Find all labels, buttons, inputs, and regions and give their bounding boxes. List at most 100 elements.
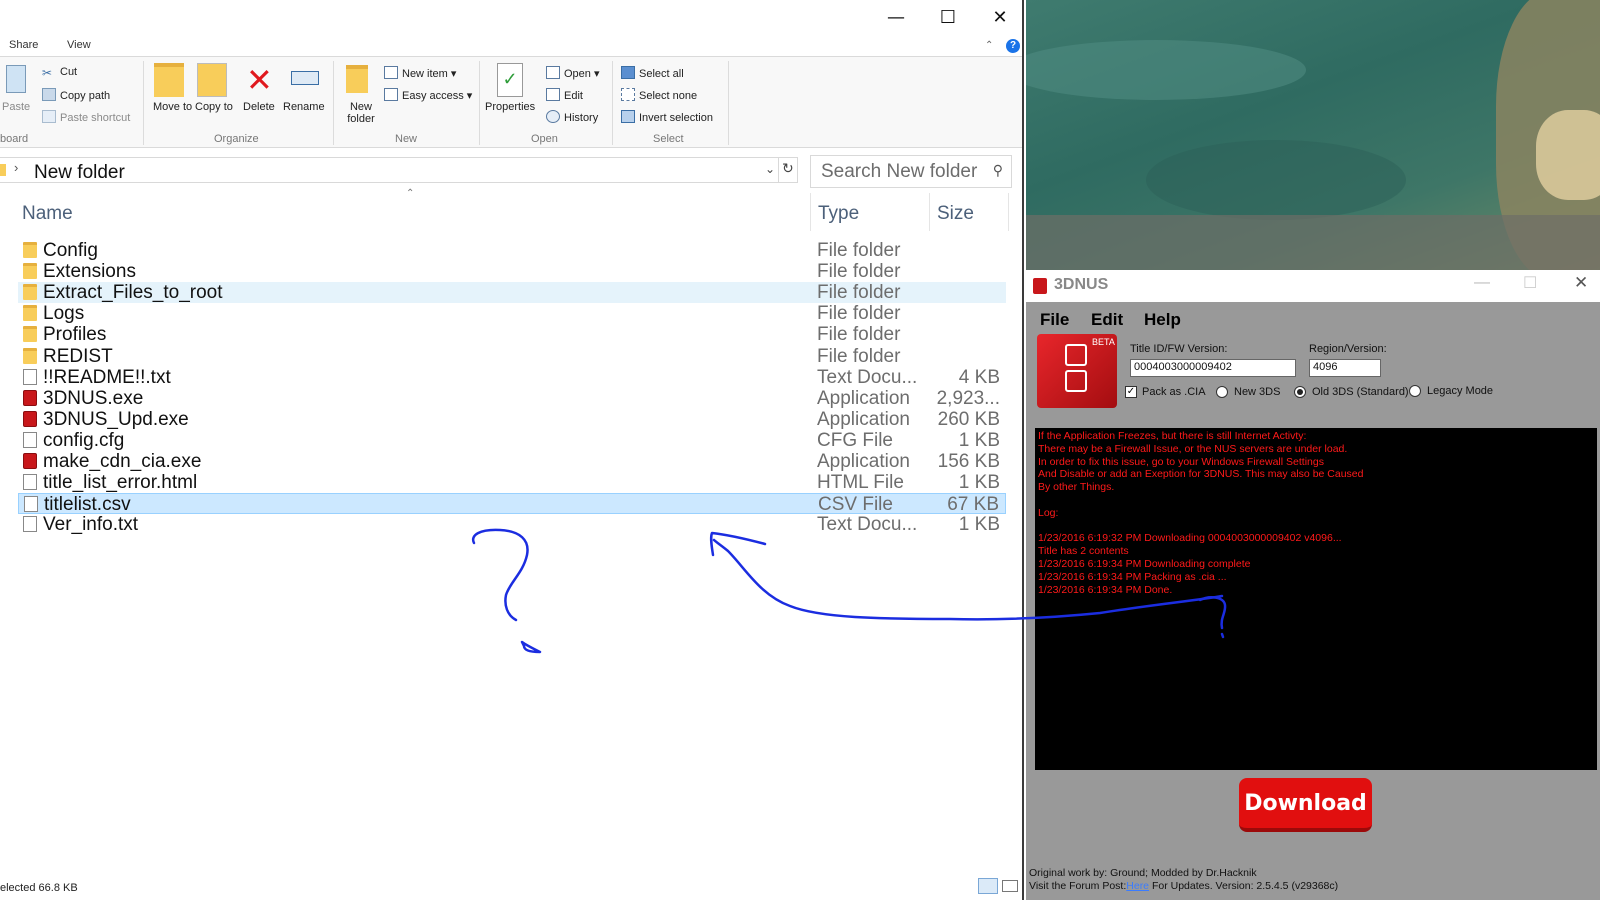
file-type: Application [817, 387, 910, 409]
legacy-mode-radio[interactable] [1409, 385, 1421, 397]
old-3ds-radio[interactable] [1294, 386, 1306, 398]
invert-selection-button[interactable]: Invert selection [621, 110, 713, 124]
file-row[interactable]: Ver_info.txt Text Docu... 1 KB [18, 514, 1006, 535]
column-divider[interactable] [929, 193, 930, 231]
file-row[interactable]: titlelist.csv CSV File 67 KB [18, 493, 1006, 515]
file-name: Config [43, 240, 98, 261]
properties-button[interactable]: Properties [485, 101, 535, 113]
maximize-button[interactable]: ☐ [922, 0, 974, 34]
maximize-button[interactable]: ☐ [1523, 273, 1537, 293]
invert-selection-label: Invert selection [639, 112, 713, 124]
search-input[interactable]: Search New folder ⚲ [810, 155, 1012, 188]
chevron-down-icon[interactable]: ⌄ [765, 162, 775, 176]
minimize-button[interactable]: — [870, 0, 922, 34]
open-button[interactable]: Open ▾ [546, 66, 600, 80]
desktop-wallpaper [1026, 0, 1600, 270]
file-name: Profiles [43, 324, 107, 346]
cut-button[interactable]: ✂ Cut [42, 66, 77, 80]
edit-icon [546, 88, 560, 101]
details-view-icon[interactable] [978, 878, 998, 894]
file-row[interactable]: make_cdn_cia.exe Application 156 KB [18, 451, 1006, 472]
text-file-icon [23, 516, 37, 533]
new-item-button[interactable]: New item ▾ [384, 66, 456, 80]
sort-indicator-icon: ⌃ [406, 188, 415, 199]
new-item-label: New item [402, 68, 448, 80]
help-icon[interactable]: ? [1006, 39, 1020, 53]
copy-path-button[interactable]: Copy path [42, 88, 110, 102]
copy-to-button[interactable]: Copy to [195, 101, 233, 113]
paste-button[interactable]: Paste [2, 101, 30, 113]
file-explorer-window: — ☐ ✕ Share View ⌃ ? Paste ✂ Cut Copy pat… [0, 0, 1024, 900]
properties-icon: ✓ [497, 63, 523, 97]
cfg-file-icon [23, 431, 37, 448]
file-type: CFG File [817, 429, 893, 451]
menu-file[interactable]: File [1040, 310, 1069, 330]
3dnus-app-icon [1033, 278, 1047, 294]
file-name: Logs [43, 303, 85, 325]
refresh-icon[interactable]: ↻ [782, 160, 794, 177]
easy-access-button[interactable]: Easy access ▾ [384, 88, 472, 102]
file-type: File folder [817, 240, 901, 261]
rename-icon [291, 71, 319, 85]
file-name: Extensions [43, 261, 136, 283]
column-header-size[interactable]: Size [937, 203, 974, 225]
minimize-button[interactable]: — [1474, 274, 1490, 292]
new-folder-icon [346, 65, 368, 93]
pack-cia-checkbox[interactable]: ✓ [1125, 386, 1137, 398]
folder-row[interactable]: Extract_Files_to_root File folder [18, 282, 1006, 304]
select-none-button[interactable]: Select none [621, 88, 697, 102]
history-button[interactable]: History [546, 110, 598, 124]
tab-share[interactable]: Share [9, 39, 38, 51]
close-button[interactable]: ✕ [1574, 273, 1588, 293]
move-to-button[interactable]: Move to [153, 101, 192, 113]
forum-link[interactable]: Here [1126, 880, 1149, 892]
download-button[interactable]: Download [1239, 778, 1372, 832]
collapse-ribbon-icon[interactable]: ⌃ [985, 40, 993, 51]
file-row[interactable]: 3DNUS_Upd.exe Application 260 KB [18, 409, 1006, 430]
select-none-icon [621, 88, 635, 101]
menu-help[interactable]: Help [1144, 310, 1181, 330]
tab-view[interactable]: View [67, 39, 91, 51]
file-row[interactable]: config.cfg CFG File 1 KB [18, 430, 1006, 451]
region-version-field[interactable]: 4096 [1309, 359, 1381, 377]
html-file-icon [23, 474, 37, 491]
column-divider[interactable] [1008, 193, 1009, 231]
address-bar[interactable]: › New folder ⌄ ↻ [0, 157, 798, 183]
folder-row[interactable]: Profiles File folder [18, 324, 1006, 345]
title-id-field[interactable]: 0004003000009402 [1130, 359, 1296, 377]
menu-edit[interactable]: Edit [1091, 310, 1123, 330]
version-text: For Updates. Version: 2.5.4.5 (v29368c) [1149, 880, 1339, 892]
group-open: Open [531, 133, 558, 145]
large-icons-view-icon[interactable] [1002, 880, 1018, 892]
file-row[interactable]: title_list_error.html HTML File 1 KB [18, 472, 1006, 493]
new-3ds-label: New 3DS [1234, 386, 1281, 398]
folder-row[interactable]: Config File folder [18, 240, 1006, 261]
file-name: 3DNUS.exe [43, 387, 144, 409]
folder-row[interactable]: Extensions File folder [18, 261, 1006, 282]
close-button[interactable]: ✕ [974, 0, 1026, 34]
file-size: 1 KB [958, 472, 1000, 494]
delete-button[interactable]: Delete [243, 101, 275, 113]
folder-row[interactable]: Logs File folder [18, 303, 1006, 324]
folder-icon [23, 242, 37, 258]
new-folder-button[interactable]: New folder [345, 101, 377, 125]
paste-shortcut-button[interactable]: Paste shortcut [42, 110, 130, 124]
select-all-button[interactable]: Select all [621, 66, 684, 80]
column-divider[interactable] [810, 193, 811, 231]
column-header-type[interactable]: Type [818, 203, 859, 225]
log-line: 1/23/2016 6:19:32 PM Downloading 0004003… [1038, 532, 1342, 545]
new-3ds-radio[interactable] [1216, 386, 1228, 398]
breadcrumb[interactable]: New folder [34, 163, 125, 183]
search-placeholder: Search New folder [821, 161, 978, 182]
file-row[interactable]: !!README!!.txt Text Docu... 4 KB [18, 367, 1006, 388]
log-line: 1/23/2016 6:19:34 PM Packing as .cia ... [1038, 570, 1227, 583]
log-output[interactable]: If the Application Freezes, but there is… [1035, 428, 1597, 770]
ribbon: Paste ✂ Cut Copy path Paste shortcut boar… [0, 56, 1022, 148]
column-header-name[interactable]: Name [22, 203, 73, 225]
folder-icon [23, 284, 37, 301]
edit-button[interactable]: Edit [546, 88, 583, 102]
rename-button[interactable]: Rename [283, 101, 325, 113]
file-row[interactable]: 3DNUS.exe Application 2,923... [18, 388, 1006, 409]
move-to-icon [154, 63, 184, 97]
folder-row[interactable]: REDIST File folder [18, 346, 1006, 367]
